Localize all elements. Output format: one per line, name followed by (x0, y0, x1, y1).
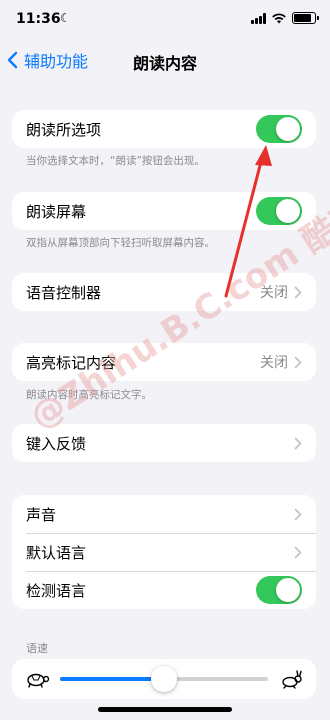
moon-icon: ☾ (60, 11, 71, 25)
speech-controller-label: 语音控制器 (26, 283, 102, 302)
language-group: 声音 默认语言 检测语言 (12, 495, 316, 609)
chevron-right-icon (294, 356, 302, 368)
speak-selection-toggle[interactable] (256, 115, 302, 143)
toggle-knob (276, 199, 300, 223)
chevron-right-icon (294, 437, 302, 449)
status-icons (251, 12, 319, 24)
highlight-content-value: 关闭 (260, 355, 288, 371)
speak-screen-row: 朗读屏幕 (12, 192, 316, 230)
rabbit-icon (282, 670, 302, 689)
home-indicator (98, 707, 232, 712)
status-bar: 11:36 ☾ (0, 0, 330, 42)
chevron-right-icon (294, 546, 302, 558)
speak-selection-footnote: 当你选择文本时，“朗读”按钮会出现。 (26, 155, 205, 167)
chevron-right-icon (294, 508, 302, 520)
chevron-right-icon (294, 286, 302, 298)
page-title: 朗读内容 (132, 54, 197, 73)
speaking-rate-row (12, 659, 316, 699)
battery-level (294, 14, 311, 22)
typing-feedback-label: 键入反馈 (26, 434, 87, 453)
speaking-rate-slider[interactable] (60, 666, 268, 692)
highlight-content-footnote: 朗读内容时高亮标记文字。 (26, 389, 152, 401)
speak-screen-label: 朗读屏幕 (26, 202, 87, 221)
speak-selection-label: 朗读所选项 (26, 120, 102, 139)
navigation-bar: 辅助功能 朗读内容 (0, 42, 330, 76)
speak-screen-footnote: 双指从屏幕顶部向下轻扫听取屏幕内容。 (26, 237, 215, 249)
signal-icon (251, 12, 266, 24)
speak-selection-group: 朗读所选项 (12, 110, 316, 148)
wifi-icon (272, 13, 286, 23)
default-language-row[interactable]: 默认语言 (12, 533, 316, 571)
toggle-knob (276, 578, 300, 602)
battery-icon (292, 12, 319, 24)
speech-controller-row[interactable]: 语音控制器 关闭 (12, 273, 316, 311)
detect-language-label: 检测语言 (26, 581, 87, 600)
typing-feedback-row[interactable]: 键入反馈 (12, 424, 316, 462)
typing-feedback-group: 键入反馈 (12, 424, 316, 462)
turtle-icon (27, 673, 50, 688)
voices-label: 声音 (26, 505, 57, 524)
speech-controller-group: 语音控制器 关闭 (12, 273, 316, 311)
highlight-content-label: 高亮标记内容 (26, 353, 117, 372)
speak-screen-group: 朗读屏幕 (12, 192, 316, 230)
status-time: 11:36 (16, 11, 61, 27)
toggle-knob (276, 117, 300, 141)
highlight-content-row[interactable]: 高亮标记内容 关闭 (12, 343, 316, 381)
default-language-label: 默认语言 (26, 543, 87, 562)
speaking-rate-group (12, 659, 316, 699)
speak-screen-toggle[interactable] (256, 197, 302, 225)
detect-language-row: 检测语言 (12, 571, 316, 609)
detect-language-toggle[interactable] (256, 576, 302, 604)
slider-thumb[interactable] (151, 666, 177, 692)
speak-selection-row: 朗读所选项 (12, 110, 316, 148)
highlight-content-group: 高亮标记内容 关闭 (12, 343, 316, 381)
speech-controller-value: 关闭 (260, 285, 288, 301)
speaking-rate-header: 语速 (26, 642, 48, 655)
voices-row[interactable]: 声音 (12, 495, 316, 533)
slider-fill (60, 677, 164, 681)
